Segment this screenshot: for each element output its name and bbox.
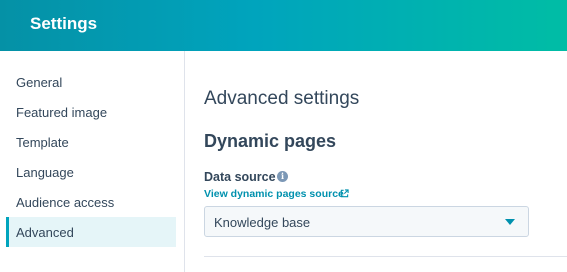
sidebar-item-label: Template: [16, 135, 69, 150]
sidebar-item-label: Advanced: [16, 225, 74, 240]
sidebar-item-audience-access[interactable]: Audience access: [6, 187, 176, 217]
data-source-label: Data source: [204, 170, 276, 184]
external-link-icon[interactable]: [340, 189, 349, 198]
sidebar-item-featured-image[interactable]: Featured image: [6, 97, 176, 127]
data-source-select[interactable]: Knowledge base: [204, 206, 529, 237]
sidebar-item-label: Featured image: [16, 105, 108, 120]
sidebar-item-advanced[interactable]: Advanced: [6, 217, 176, 247]
page-title: Settings: [30, 14, 98, 33]
sidebar-item-label: Audience access: [16, 195, 115, 210]
sidebar-item-template[interactable]: Template: [6, 127, 176, 157]
sidebar-item-label: General: [16, 75, 63, 90]
data-source-selected-value: Knowledge base: [214, 215, 311, 230]
settings-header: Settings: [0, 0, 567, 51]
sidebar-item-label: Language: [16, 165, 74, 180]
divider: [204, 256, 567, 257]
sidebar-item-language[interactable]: Language: [6, 157, 176, 187]
settings-sidebar: General Featured image Template Language…: [0, 51, 185, 272]
sidebar-item-general[interactable]: General: [6, 67, 176, 97]
info-icon[interactable]: i: [277, 171, 288, 182]
view-dynamic-pages-source-link[interactable]: View dynamic pages source: [204, 188, 344, 200]
chevron-down-icon: [505, 219, 515, 225]
dynamic-pages-heading: Dynamic pages: [204, 131, 337, 151]
advanced-settings-heading: Advanced settings: [204, 88, 360, 109]
settings-content: Advanced settings Dynamic pages Data sou…: [186, 51, 567, 272]
